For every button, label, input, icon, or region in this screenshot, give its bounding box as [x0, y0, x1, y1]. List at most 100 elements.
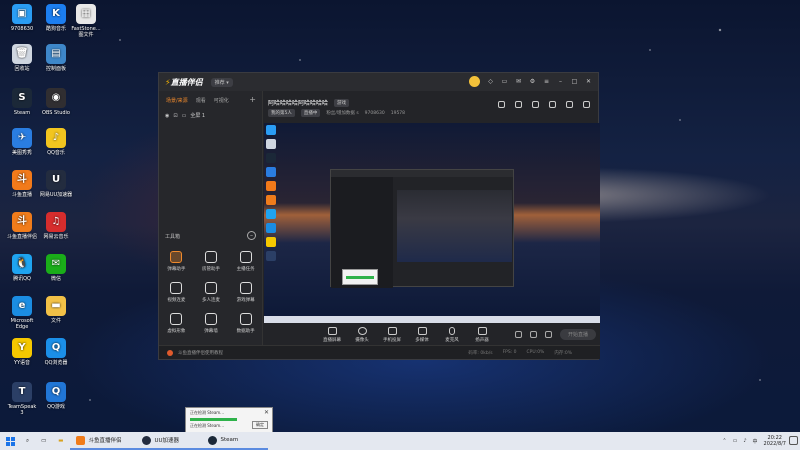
desktop-icon[interactable]: ✉ 微信 — [36, 254, 76, 282]
app-icon: ▬ — [46, 296, 66, 316]
layout-icon[interactable] — [532, 101, 539, 108]
ok-button[interactable]: 确定 — [252, 421, 268, 429]
app-icon: ▦ — [76, 4, 96, 24]
start-button[interactable] — [0, 432, 20, 450]
close-icon[interactable]: ✕ — [264, 409, 269, 416]
stat-fps: FPS: 0 — [502, 350, 517, 355]
media-button[interactable]: 多媒体 — [412, 327, 432, 343]
share-screen-icon[interactable] — [498, 101, 505, 108]
tool-item[interactable]: 主播任务 — [228, 251, 263, 272]
desktop-icon-label: OBS Studio — [42, 110, 70, 116]
scene-item[interactable]: ◉ ⊡ ▭ 全屏 1 — [159, 108, 262, 123]
screen-capture-button[interactable]: 直播屏幕 — [322, 327, 342, 343]
file-explorer-icon[interactable]: ▬ — [52, 432, 69, 450]
desktop-icon[interactable]: Q QQ游戏 — [36, 382, 76, 410]
desktop-icon-label: QQ浏览器 — [44, 360, 68, 366]
record-icon[interactable] — [549, 101, 556, 108]
share-icon[interactable] — [583, 101, 590, 108]
tool-icon — [204, 282, 217, 294]
settings-icon[interactable] — [544, 331, 552, 338]
lock-icon[interactable] — [515, 101, 522, 108]
tab-scene[interactable]: 场景/来源 — [166, 97, 188, 104]
task-view-icon[interactable]: ▭ — [35, 432, 52, 450]
microphone-button[interactable]: 麦克风 — [442, 327, 462, 343]
source-controls: 直播屏幕 摄像头 手机投屏 多媒体 麦克风 扬声器 开始直播 — [264, 323, 600, 347]
maximize-icon[interactable]: □ — [571, 78, 578, 85]
gift-icon[interactable]: ◇ — [487, 78, 494, 85]
close-icon[interactable]: ✕ — [585, 78, 592, 85]
desktop-icon-label: 网易云音乐 — [43, 234, 69, 240]
mail-icon[interactable]: ✉ — [515, 78, 522, 85]
minimize-icon[interactable]: – — [557, 78, 564, 85]
desktop-icon[interactable]: ▤ 控制面板 — [36, 44, 76, 72]
tool-item[interactable]: 多人连麦 — [194, 282, 229, 303]
video-icon[interactable] — [514, 331, 522, 338]
bell-icon[interactable] — [566, 101, 573, 108]
stream-stats: 码率: 0kb/s FPS: 0 CPU:0% 内存:0% — [468, 350, 572, 356]
title-bar[interactable]: ⚡直播伴侣 推荐 ▾ ◇ ▭ ✉ ⚙ ≡ – □ ✕ — [159, 73, 598, 91]
lock-icon[interactable]: ⊡ — [173, 113, 177, 119]
eye-icon[interactable]: ◉ — [165, 113, 169, 119]
tool-item[interactable]: 视频连麦 — [159, 282, 194, 303]
steam-progress-popup[interactable]: 正在检测 Steam... 正在检测 Steam... ✕ 确定 — [185, 407, 273, 433]
desktop-icon-label: 文件 — [50, 318, 61, 324]
room-info-status[interactable]: 直播中 — [300, 109, 321, 117]
camera-button[interactable]: 摄像头 — [352, 327, 372, 343]
tool-item[interactable]: 数据助手 — [228, 313, 263, 334]
app-icon: ▣ — [12, 4, 32, 24]
speaker-button[interactable]: 扬声器 — [472, 327, 492, 343]
tool-item[interactable]: 房管助手 — [194, 251, 229, 272]
app-icon: Y — [12, 338, 32, 358]
tab-visual[interactable]: 可视化 — [214, 97, 229, 104]
desktop-icon[interactable]: ♫ 网易云音乐 — [36, 212, 76, 240]
tray-expand-icon[interactable]: ⌃ — [722, 438, 726, 444]
settings-icon[interactable]: ⚙ — [529, 78, 536, 85]
app-icon: e — [12, 296, 32, 316]
room-category-tag[interactable]: 游戏 — [334, 98, 350, 107]
tool-icon — [170, 251, 183, 263]
tool-item[interactable]: 弹幕助手 — [159, 251, 194, 272]
room-title[interactable]: 阿哈哈哈哈阿哈哈哈哈 — [268, 98, 328, 107]
menu-icon[interactable]: ≡ — [543, 78, 550, 85]
room-info-rank[interactable]: 我的第5人 — [268, 109, 295, 117]
taskbar-item-uu[interactable]: UU加速器 — [135, 432, 202, 450]
taskbar-item-steam[interactable]: Steam — [201, 432, 268, 450]
desktop-icon[interactable]: ◉ OBS Studio — [36, 88, 76, 116]
phone-cast-button[interactable]: 手机投屏 — [382, 327, 402, 343]
taskbar-item-douyu[interactable]: 斗鱼直播伴侣 — [69, 432, 136, 450]
desktop-icon[interactable]: ▦ FastStone... 图文件 — [66, 4, 106, 38]
search-icon[interactable]: ⌕ — [20, 432, 35, 450]
preview-popup — [342, 269, 378, 285]
live-assistant-window[interactable]: ⚡直播伴侣 推荐 ▾ ◇ ▭ ✉ ⚙ ≡ – □ ✕ 场景/来源 观看 可视化 … — [158, 72, 600, 360]
tools-grid: 弹幕助手 房管助手 主播任务视频连麦 多人连麦 游戏弹幕虚拟形象 弹幕墙 数据助手 — [159, 251, 263, 334]
volume-icon[interactable]: ♪ — [743, 438, 746, 444]
status-bar: 斗鱼直播伴侣使用教程 码率: 0kb/s FPS: 0 CPU:0% 内存:0% — [159, 345, 600, 359]
tab-watch[interactable]: 观看 — [196, 97, 206, 104]
app-icon: Q — [46, 338, 66, 358]
tool-label: 弹幕助手 — [167, 267, 186, 272]
tool-icon — [204, 313, 217, 325]
preview-desktop-icons — [266, 125, 284, 261]
tool-item[interactable]: 虚拟形象 — [159, 313, 194, 334]
tool-item[interactable]: 弹幕墙 — [194, 313, 229, 334]
add-scene-icon[interactable]: + — [249, 95, 256, 104]
app-icon: S — [12, 88, 32, 108]
notification-icon[interactable] — [789, 436, 798, 445]
stream-preview[interactable] — [264, 123, 600, 323]
preview-taskbar — [264, 316, 600, 323]
tutorial-link[interactable]: 斗鱼直播伴侣使用教程 — [178, 350, 223, 356]
record-icon[interactable] — [529, 331, 537, 338]
version-dropdown[interactable]: 推荐 ▾ — [210, 77, 233, 87]
collapse-icon[interactable]: – — [247, 231, 256, 240]
go-live-button[interactable]: 开始直播 — [559, 329, 596, 340]
desktop-icon[interactable]: ♪ QQ音乐 — [36, 128, 76, 156]
desktop-icon[interactable]: ▬ 文件 — [36, 296, 76, 324]
clock[interactable]: 20:22 2022/8/7 — [764, 435, 786, 447]
language-indicator[interactable]: 中 — [753, 438, 758, 445]
network-icon[interactable]: ▭ — [733, 438, 738, 444]
tool-item[interactable]: 游戏弹幕 — [228, 282, 263, 303]
desktop-icon[interactable]: U 网易UU加速器 — [36, 170, 76, 198]
avatar[interactable] — [469, 76, 480, 87]
message-icon[interactable]: ▭ — [501, 78, 508, 85]
desktop-icon[interactable]: Q QQ浏览器 — [36, 338, 76, 366]
